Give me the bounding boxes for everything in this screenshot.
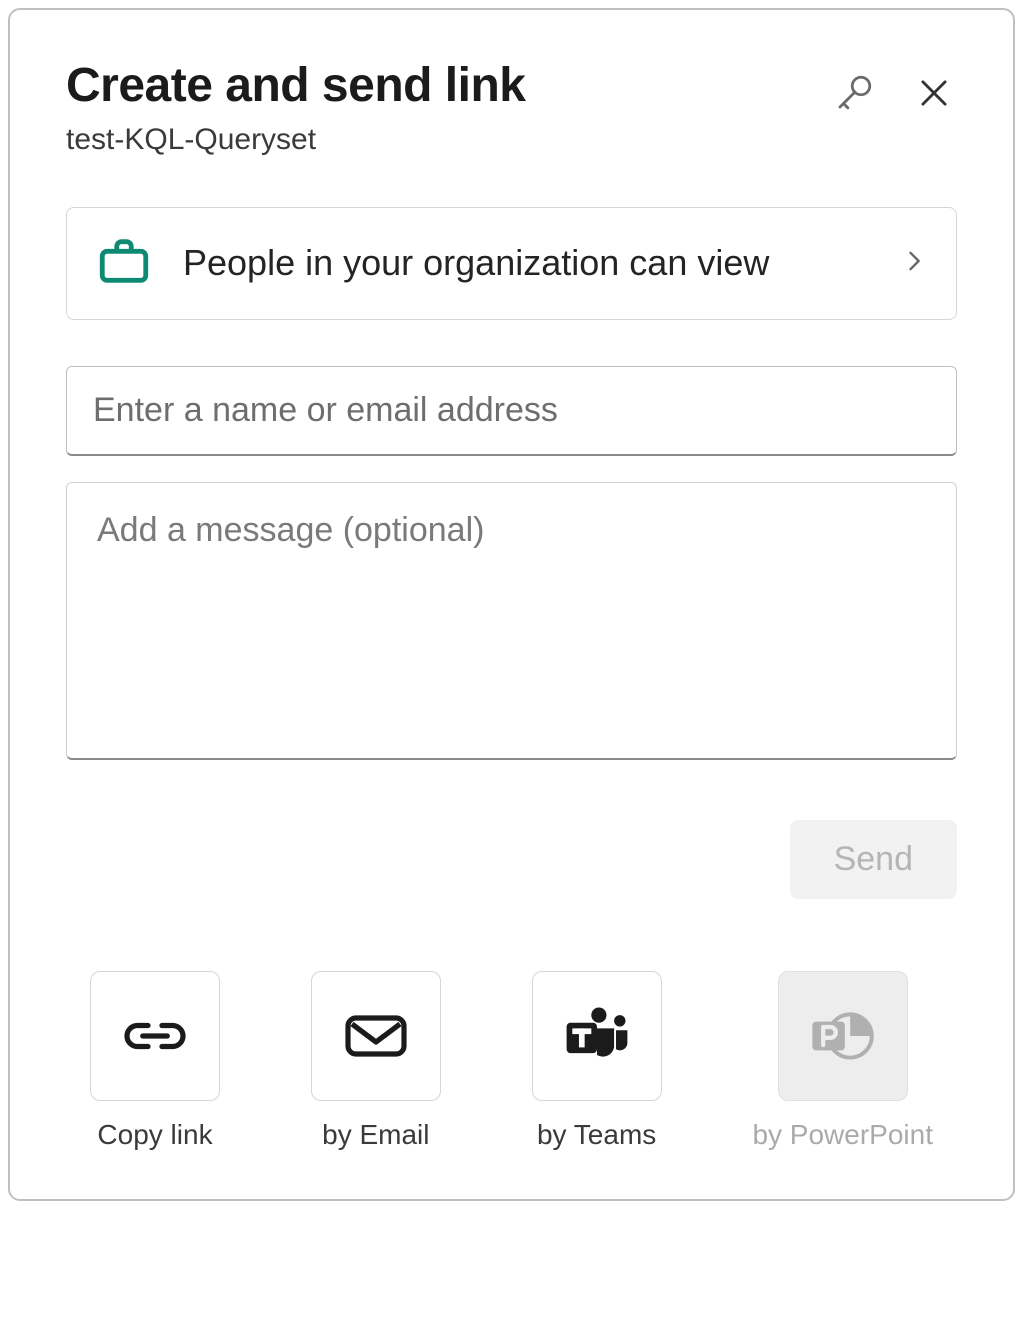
copy-link-label: Copy link	[97, 1119, 212, 1151]
email-tile[interactable]	[311, 971, 441, 1101]
share-dialog: Create and send link test-KQL-Queryset	[8, 8, 1015, 1201]
powerpoint-icon	[807, 1004, 879, 1068]
recipient-input-wrapper	[66, 366, 957, 456]
dialog-subtitle: test-KQL-Queryset	[66, 123, 829, 157]
share-item-email: by Email	[311, 971, 441, 1151]
teams-label: by Teams	[537, 1119, 656, 1151]
recipient-input[interactable]	[67, 367, 956, 454]
permission-text: People in your organization can view	[183, 239, 870, 288]
message-input-wrapper	[66, 482, 957, 760]
key-icon	[833, 72, 875, 114]
share-item-teams: by Teams	[532, 971, 662, 1151]
email-label: by Email	[322, 1119, 429, 1151]
briefcase-icon	[95, 232, 153, 295]
powerpoint-label: by PowerPoint	[752, 1119, 933, 1151]
share-options-row: Copy link by Email	[66, 971, 957, 1151]
dialog-header: Create and send link test-KQL-Queryset	[66, 58, 957, 157]
copy-link-tile[interactable]	[90, 971, 220, 1101]
close-button[interactable]	[911, 70, 957, 119]
send-button[interactable]: Send	[790, 820, 957, 899]
send-row: Send	[66, 820, 957, 899]
email-icon	[344, 1012, 408, 1060]
header-text-block: Create and send link test-KQL-Queryset	[66, 58, 829, 157]
dialog-title: Create and send link	[66, 58, 829, 113]
header-actions	[829, 68, 957, 121]
powerpoint-tile	[778, 971, 908, 1101]
key-button[interactable]	[829, 68, 879, 121]
link-icon	[120, 1012, 190, 1060]
share-item-copy-link: Copy link	[90, 971, 220, 1151]
message-input[interactable]	[67, 483, 956, 753]
permission-selector[interactable]: People in your organization can view	[66, 207, 957, 320]
chevron-right-icon	[900, 247, 928, 280]
teams-tile[interactable]	[532, 971, 662, 1101]
teams-icon	[559, 1004, 635, 1068]
close-icon	[915, 74, 953, 112]
share-item-powerpoint: by PowerPoint	[752, 971, 933, 1151]
